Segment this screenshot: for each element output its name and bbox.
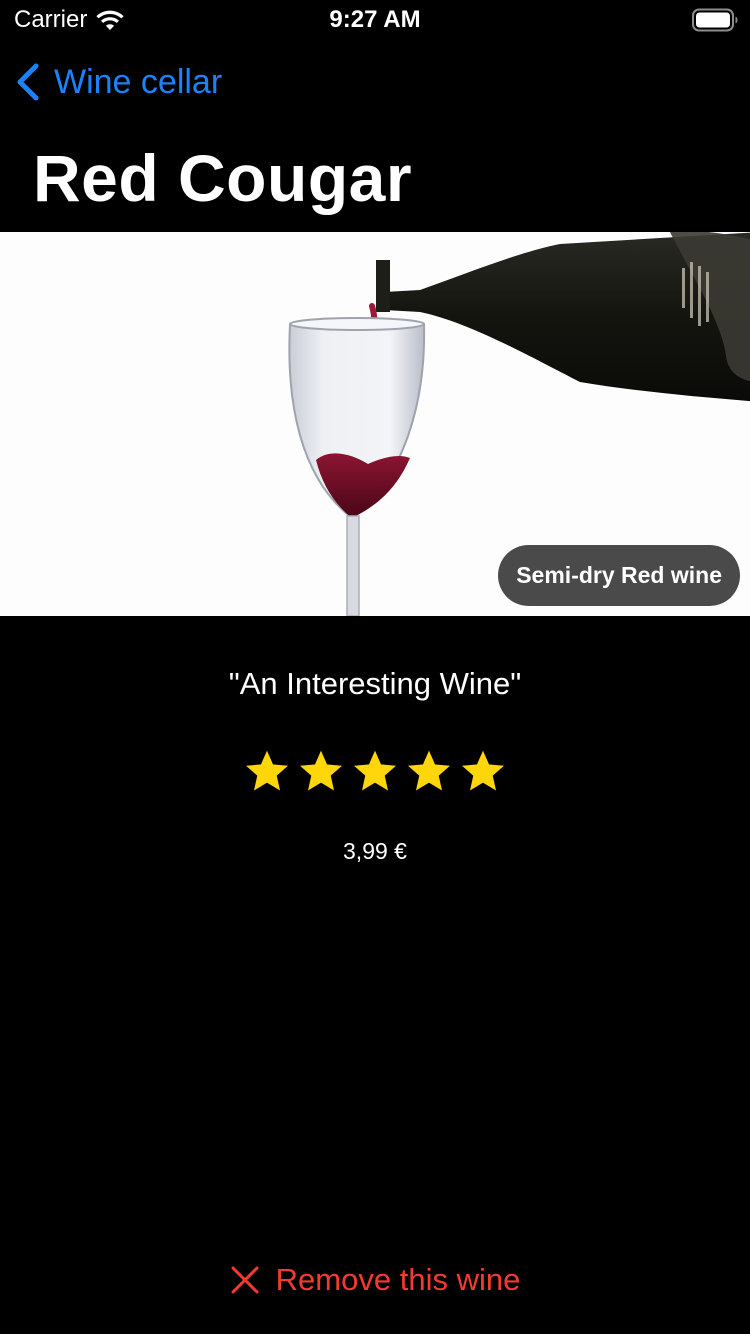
wine-detail-screen: Carrier 9:27 AM Wine cellar Red Cougar S…	[0, 0, 750, 1334]
status-time: 9:27 AM	[329, 6, 421, 33]
close-icon	[231, 1266, 259, 1294]
wine-type-badge: Semi-dry Red wine	[498, 545, 740, 606]
page-title: Red Cougar	[33, 141, 413, 215]
wine-tagline: "An Interesting Wine"	[228, 666, 522, 701]
status-bar: Carrier 9:27 AM	[0, 0, 750, 40]
star-icon[interactable]	[408, 750, 450, 792]
chevron-left-icon	[17, 63, 39, 101]
star-icon[interactable]	[462, 750, 504, 792]
remove-wine-button[interactable]: Remove this wine	[0, 1262, 750, 1298]
remove-wine-label: Remove this wine	[275, 1262, 521, 1297]
back-label: Wine cellar	[54, 62, 223, 101]
star-icon[interactable]	[246, 750, 288, 792]
back-button[interactable]: Wine cellar	[14, 62, 222, 102]
battery-icon	[692, 8, 738, 32]
star-rating[interactable]	[0, 750, 750, 792]
wine-photo: Semi-dry Red wine	[0, 232, 750, 616]
wine-price: 3,99 €	[343, 838, 407, 864]
star-icon[interactable]	[300, 750, 342, 792]
star-icon[interactable]	[354, 750, 396, 792]
